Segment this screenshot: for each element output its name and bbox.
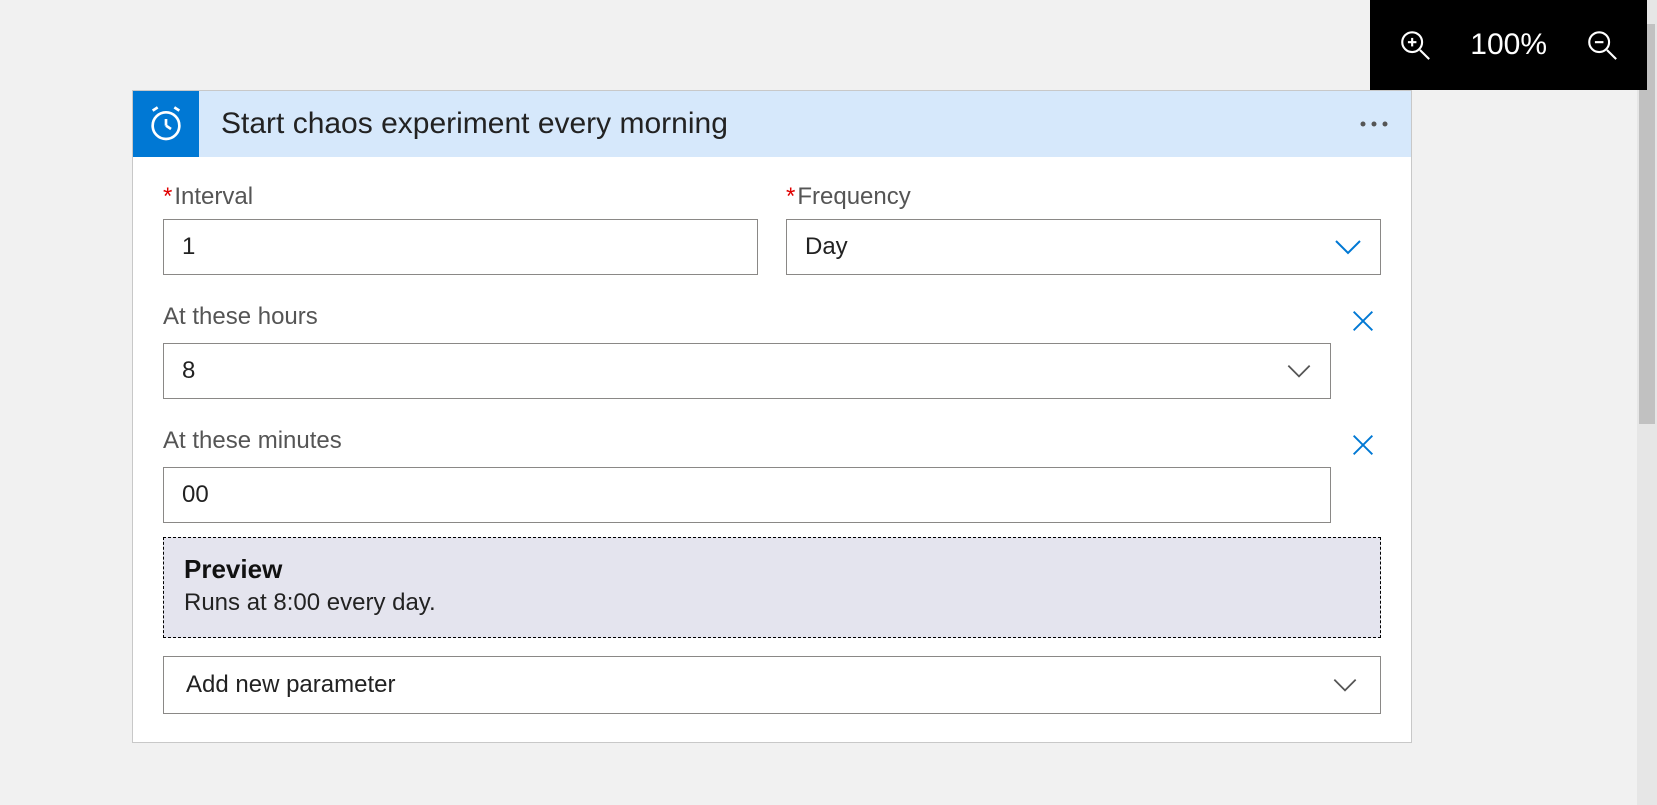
add-parameter-label: Add new parameter	[186, 671, 395, 699]
zoom-toolbar: 100%	[1370, 0, 1647, 90]
frequency-label: *Frequency	[786, 183, 1381, 211]
card-body: *Interval 1 *Frequency Day	[133, 157, 1411, 742]
preview-text: Runs at 8:00 every day.	[184, 589, 1360, 617]
alarm-clock-icon	[133, 91, 199, 157]
hours-value: 8	[182, 357, 195, 385]
chevron-down-icon	[1286, 363, 1312, 379]
remove-hours-button[interactable]	[1345, 303, 1381, 339]
hours-label: At these hours	[163, 303, 1331, 331]
minutes-input[interactable]: 00	[163, 467, 1331, 523]
preview-box: Preview Runs at 8:00 every day.	[163, 537, 1381, 638]
card-more-menu[interactable]	[1359, 91, 1389, 157]
interval-field: *Interval 1	[163, 183, 758, 275]
interval-value: 1	[182, 233, 195, 261]
card-title: Start chaos experiment every morning	[221, 107, 728, 141]
recurrence-card: Start chaos experiment every morning *In…	[132, 90, 1412, 743]
frequency-field: *Frequency Day	[786, 183, 1381, 275]
add-parameter-select[interactable]: Add new parameter	[163, 656, 1381, 714]
frequency-select[interactable]: Day	[786, 219, 1381, 275]
zoom-level-label: 100%	[1470, 28, 1547, 62]
preview-title: Preview	[184, 554, 1360, 585]
interval-input[interactable]: 1	[163, 219, 758, 275]
zoom-in-icon[interactable]	[1398, 28, 1432, 62]
chevron-down-icon	[1334, 238, 1362, 256]
interval-label: *Interval	[163, 183, 758, 211]
card-header[interactable]: Start chaos experiment every morning	[133, 91, 1411, 157]
frequency-value: Day	[805, 233, 848, 261]
minutes-label: At these minutes	[163, 427, 1331, 455]
minutes-value: 00	[182, 481, 209, 509]
vertical-scrollbar[interactable]	[1637, 0, 1657, 805]
zoom-out-icon[interactable]	[1585, 28, 1619, 62]
remove-minutes-button[interactable]	[1345, 427, 1381, 463]
chevron-down-icon	[1332, 677, 1358, 693]
hours-select[interactable]: 8	[163, 343, 1331, 399]
